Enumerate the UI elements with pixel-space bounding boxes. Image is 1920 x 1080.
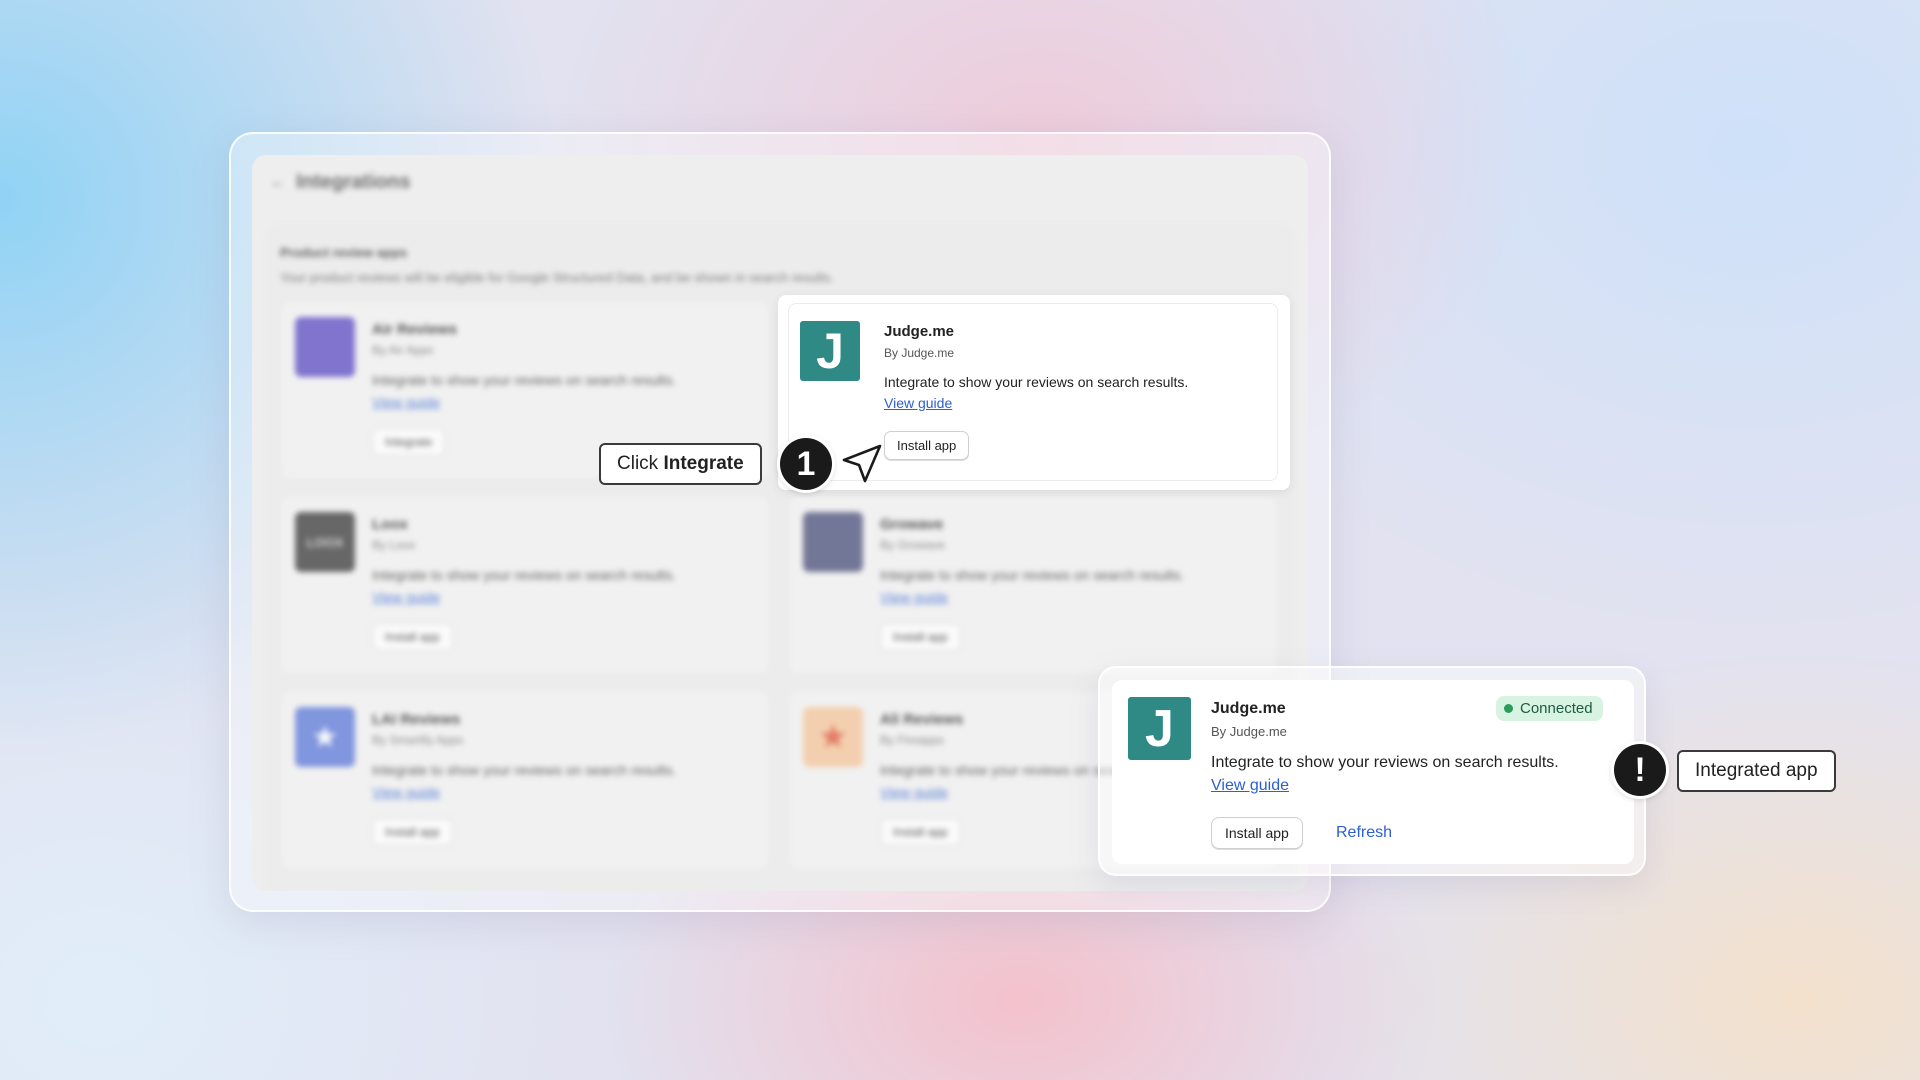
step1-callout-action: Integrate [663,453,744,474]
install-app-button[interactable]: Install app [372,818,453,846]
app-name: LAI Reviews [372,711,461,728]
app-description: Integrate to show your reviews on search… [1211,754,1559,771]
app-vendor: By Loox [372,538,416,552]
pointer-arrow-icon [842,444,882,483]
step1-callout: Click Integrate [599,443,762,485]
view-guide-link[interactable]: View guide [1211,777,1289,795]
integrated-app-preview: J Judge.me By Judge.me Connected Integra… [1098,666,1646,876]
integrate-button[interactable]: Integrate [372,428,446,456]
app-description: Integrate to show your reviews on search… [372,762,677,778]
page-header: ← Integrations [270,171,410,194]
page-title: Integrations [296,171,411,193]
app-vendor: By Fireapps [880,733,945,747]
app-vendor: By Air Apps [372,343,434,357]
section-description: Your product reviews will be eligible fo… [280,270,834,285]
loox-logo: LOOX [295,512,355,572]
app-name: Ali Reviews [880,711,964,728]
install-app-button[interactable]: Install app [880,623,961,651]
status-badge: Connected [1496,696,1603,721]
app-name: Judge.me [884,323,955,340]
judgeme-connected-card: J Judge.me By Judge.me Connected Integra… [1112,680,1634,864]
section-title: Product review apps [280,245,408,260]
view-guide-link[interactable]: View guide [880,784,948,800]
growave-logo [803,512,863,572]
air-reviews-logo [295,317,355,377]
app-card-loox: LOOX Loox By Loox Integrate to show your… [280,495,770,675]
install-app-button[interactable]: Install app [880,818,961,846]
view-guide-link[interactable]: View guide [372,784,440,800]
status-label: Connected [1520,700,1593,717]
view-guide-link[interactable]: View guide [880,589,948,605]
app-name: Growave [880,516,944,533]
app-name: Air Reviews [372,321,458,338]
lai-reviews-logo: ★ [295,707,355,767]
ali-reviews-logo: ★ [803,707,863,767]
step-number-badge: 1 [780,438,832,490]
app-card-lai-reviews: ★ LAI Reviews By Smartify Apps Integrate… [280,690,770,870]
app-vendor: By Smartify Apps [372,733,464,747]
app-card-growave: Growave By Growave Integrate to show you… [788,495,1278,675]
view-guide-link[interactable]: View guide [884,395,952,411]
install-app-button[interactable]: Install app [372,623,453,651]
status-dot-icon [1504,704,1513,713]
install-app-button[interactable]: Install app [1211,817,1303,849]
app-description: Integrate to show your reviews on search… [884,374,1189,390]
arrow-left-icon[interactable]: ← [270,174,286,192]
app-description: Integrate to show your reviews on search… [372,372,677,388]
judgeme-logo: J [1128,697,1191,760]
refresh-link[interactable]: Refresh [1336,824,1392,842]
install-app-button[interactable]: Install app [884,431,970,460]
app-name: Loox [372,516,408,533]
app-name: Judge.me [1211,700,1286,717]
view-guide-link[interactable]: View guide [372,589,440,605]
app-description: Integrate to show your reviews on search… [372,567,677,583]
view-guide-link[interactable]: View guide [372,394,440,410]
judgeme-logo: J [800,321,860,381]
app-vendor: By Judge.me [1211,724,1287,739]
integrated-app-callout: Integrated app [1677,750,1836,792]
step1-callout-prefix: Click [617,453,664,474]
app-description: Integrate to show your reviews on search… [880,567,1185,583]
app-vendor: By Judge.me [884,346,955,360]
app-vendor: By Growave [880,538,946,552]
alert-badge-icon: ! [1614,744,1666,796]
